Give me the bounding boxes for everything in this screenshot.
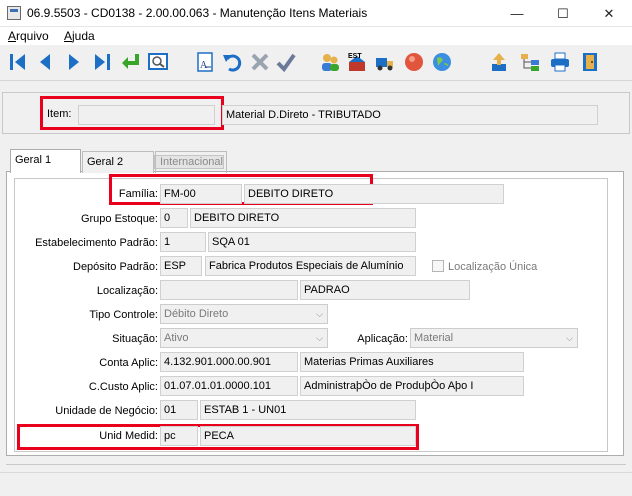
undo-button[interactable] (220, 50, 244, 74)
estabelecimento-desc-field: SQA 01 (208, 232, 416, 252)
confirm-button[interactable] (274, 50, 298, 74)
globe-button[interactable] (430, 50, 454, 74)
first-record-button[interactable] (6, 50, 30, 74)
familia-desc-field: DEBITO DIRETO (244, 184, 504, 204)
situacao-label: Situação: (112, 333, 158, 345)
status-bar (0, 472, 632, 496)
item-input[interactable] (78, 105, 215, 125)
exit-button[interactable] (578, 50, 602, 74)
aplicacao-value: Material (414, 332, 454, 344)
aplicacao-label: Aplicação: (357, 333, 408, 345)
localizacao-label: Localização: (96, 285, 158, 297)
truck-icon (376, 58, 393, 71)
aplicacao-select[interactable]: Material ⌵ (410, 328, 578, 348)
green-return-arrow-icon (122, 54, 139, 69)
globe-icon (433, 53, 451, 71)
undo-icon (223, 54, 242, 72)
deposito-label: Depósito Padrão: (73, 261, 158, 273)
chevron-down-icon: ⌵ (316, 309, 323, 319)
zoom-window-icon (148, 53, 168, 70)
unid-medid-code-field[interactable]: pc (160, 426, 198, 446)
truck-button[interactable] (373, 50, 397, 74)
menu-ajuda[interactable]: Ajuda (64, 29, 95, 43)
unidade-negocio-code-field[interactable]: 01 (160, 400, 198, 420)
tipo-controle-select[interactable]: Débito Direto ⌵ (160, 304, 328, 324)
unidade-negocio-desc-field: ESTAB 1 - UN01 (200, 400, 416, 420)
next-record-icon (69, 54, 79, 70)
est-label: EST (348, 53, 362, 60)
tab-geral-1[interactable]: Geral 1 (10, 149, 81, 173)
separator (6, 464, 626, 465)
chevron-down-icon: ⌵ (566, 333, 573, 343)
print-button[interactable] (548, 50, 572, 74)
stop-icon (405, 53, 423, 71)
situacao-value: Ativo (164, 332, 189, 344)
users-icon (322, 54, 339, 71)
ccusto-aplic-desc-field: AdministraþÒo de ProduþÒo Aþo I (300, 376, 524, 396)
first-record-icon (10, 54, 25, 70)
app-icon (7, 6, 21, 20)
localizacao-desc-field: PADRAO (300, 280, 470, 300)
previous-record-icon (40, 54, 50, 70)
deposito-code-field[interactable]: ESP (160, 256, 202, 276)
localizacao-unica-checkbox[interactable] (432, 260, 444, 272)
tab-internacional[interactable]: Internacional (155, 151, 227, 173)
menu-arquivo[interactable]: Arquivo (8, 29, 49, 43)
last-record-icon (95, 54, 110, 70)
grupo-estoque-desc-field: DEBITO DIRETO (190, 208, 416, 228)
go-to-button[interactable] (118, 50, 142, 74)
document-edit-icon: A (197, 52, 213, 72)
estabelecimento-label: Estabelecimento Padrão: (35, 237, 158, 249)
conta-aplic-label: Conta Aplic: (99, 357, 158, 369)
item-label: Item: (47, 108, 72, 120)
upload-button[interactable] (487, 50, 511, 74)
grupo-estoque-label: Grupo Estoque: (80, 213, 158, 225)
search-button[interactable] (146, 50, 170, 74)
deposito-desc-field: Fabrica Produtos Especiais de Alumínio (205, 256, 416, 276)
checkmark-icon (276, 53, 296, 73)
familia-label: Família: (118, 188, 158, 200)
printer-icon (551, 52, 569, 72)
conta-aplic-code-field[interactable]: 4.132.901.000.00.901 (160, 352, 298, 372)
menu-ajuda-mnemonic: A (64, 29, 73, 43)
localizacao-unica-label: Localização Única (448, 261, 538, 273)
close-button[interactable]: ✕ (586, 0, 632, 27)
exit-door-icon (583, 53, 597, 71)
tipo-controle-value: Débito Direto (164, 308, 229, 320)
grupo-estoque-code-field[interactable]: 0 (160, 208, 188, 228)
tree-button[interactable] (518, 50, 542, 74)
familia-code-field[interactable]: FM-00 (160, 184, 242, 204)
situacao-select[interactable]: Ativo ⌵ (160, 328, 328, 348)
tipo-controle-label: Tipo Controle: (89, 309, 158, 321)
delete-button[interactable] (248, 50, 272, 74)
unid-medid-label: Unid Medid: (99, 430, 158, 442)
window-title: 06.9.5503 - CD0138 - 2.00.00.063 - Manut… (27, 6, 368, 20)
tab-geral-2[interactable]: Geral 2 (82, 151, 154, 173)
estabelecimento-code-field[interactable]: 1 (160, 232, 206, 252)
unidade-negocio-label: Unidade de Negócio: (55, 405, 158, 417)
conta-aplic-desc-field: Materias Primas Auxiliares (300, 352, 524, 372)
previous-record-button[interactable] (33, 50, 57, 74)
edit-button[interactable]: A (193, 50, 217, 74)
menu-arquivo-label: rquivo (16, 29, 49, 43)
tree-structure-icon (521, 54, 539, 71)
ccusto-aplic-code-field[interactable]: 01.07.01.01.0000.101 (160, 376, 298, 396)
ccusto-aplic-label: C.Custo Aplic: (88, 381, 158, 393)
item-description-field: Material D.Direto - TRIBUTADO (222, 105, 598, 125)
menu-ajuda-label: juda (72, 29, 95, 43)
stop-button[interactable] (402, 50, 426, 74)
upload-icon (492, 53, 506, 71)
menu-arquivo-mnemonic: A (8, 29, 17, 43)
localizacao-code-field[interactable] (160, 280, 298, 300)
next-record-button[interactable] (62, 50, 86, 74)
unid-medid-desc-field: PECA (200, 426, 416, 446)
last-record-button[interactable] (90, 50, 114, 74)
users-button[interactable] (318, 50, 342, 74)
svg-text:A: A (200, 60, 208, 71)
tab-geral-2-label: Geral 2 (87, 156, 124, 168)
minimize-button[interactable]: — (494, 0, 540, 27)
chevron-down-icon: ⌵ (316, 333, 323, 343)
maximize-button[interactable]: ☐ (540, 0, 586, 27)
delete-x-icon (251, 53, 269, 71)
